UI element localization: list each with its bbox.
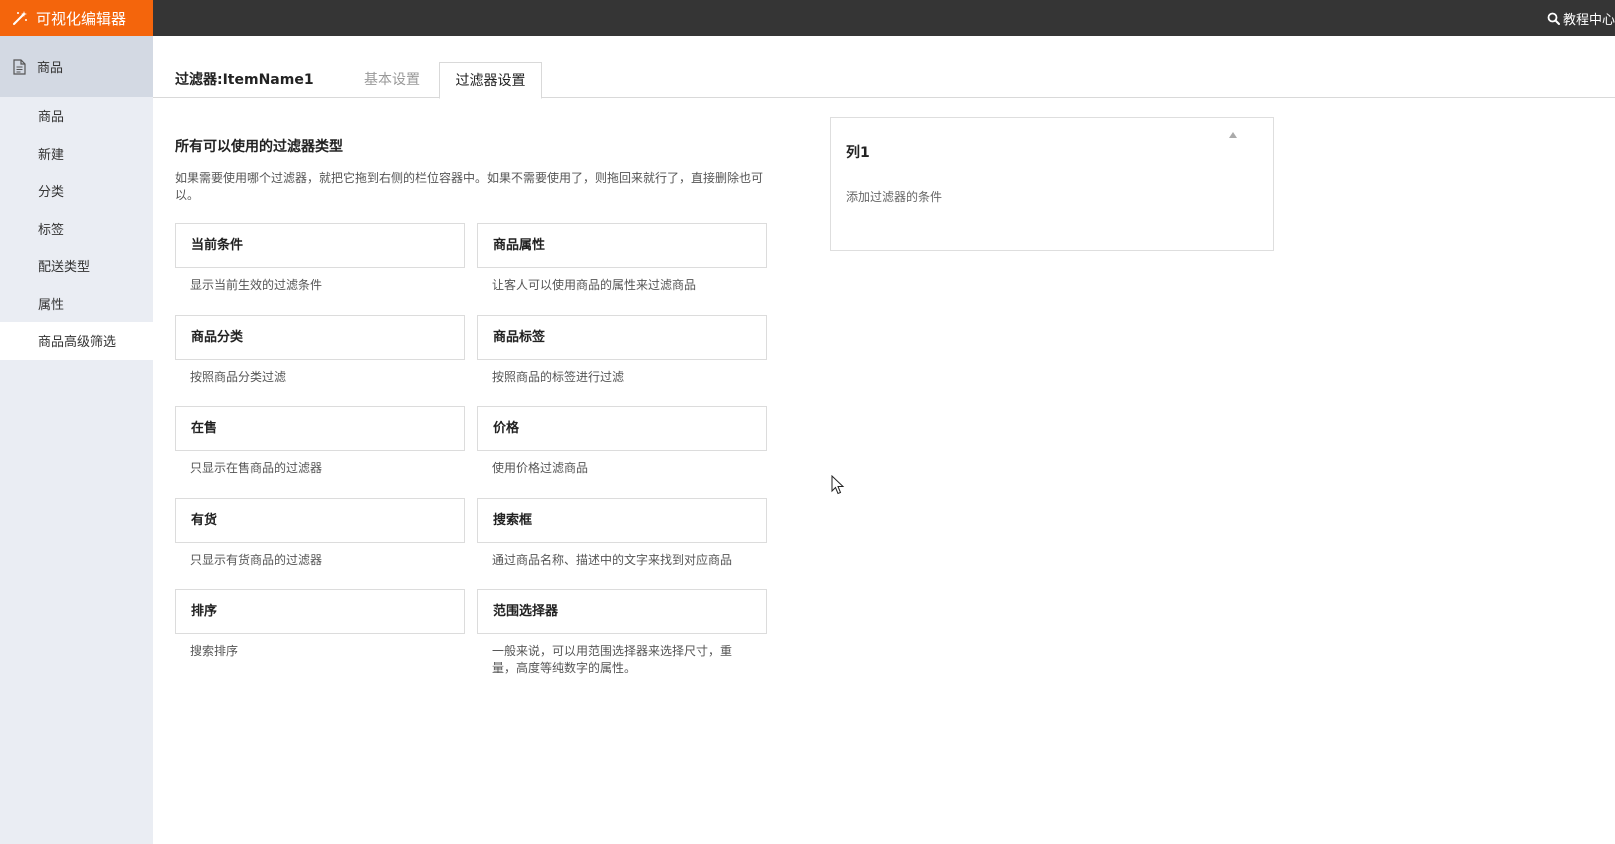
main-content: 过滤器:ItemName1 基本设置 过滤器设置 所有可以使用的过滤器类型 如果… xyxy=(153,36,1615,844)
help-center-label: 教程中心 xyxy=(1562,12,1615,28)
sidebar-item-new[interactable]: 新建 xyxy=(0,135,153,173)
sidebar-item-label: 属性 xyxy=(38,297,65,313)
sidebar-item-attributes[interactable]: 属性 xyxy=(0,285,153,323)
sidebar-item-label: 标签 xyxy=(38,222,65,238)
collapse-triangle-icon[interactable] xyxy=(1229,132,1237,138)
filter-card-range-selector[interactable]: 范围选择器 xyxy=(477,589,767,634)
filter-card-label: 有货 xyxy=(191,513,218,528)
sidebar-section-products[interactable]: 商品 xyxy=(0,36,153,97)
tab-bar: 过滤器:ItemName1 基本设置 过滤器设置 xyxy=(153,62,1615,99)
filter-card-desc: 显示当前生效的过滤条件 xyxy=(190,278,323,292)
filter-card-label: 商品属性 xyxy=(493,238,546,253)
column-title: 列1 xyxy=(846,145,870,161)
filter-card-price[interactable]: 价格 xyxy=(477,406,767,451)
filter-card-desc: 一般来说，可以用范围选择器来选择尺寸，重量，高度等纯数字的属性。 xyxy=(492,644,733,675)
tab-filter-settings[interactable]: 过滤器设置 xyxy=(439,62,542,99)
top-bar: 可视化编辑器 教程中心 xyxy=(0,0,1615,36)
sidebar-item-products[interactable]: 商品 xyxy=(0,97,153,135)
help-center-link[interactable]: 教程中心 xyxy=(1547,0,1615,36)
sidebar-item-label: 新建 xyxy=(38,147,65,163)
filter-card-desc: 只显示有货商品的过滤器 xyxy=(190,553,323,567)
sidebar: 商品 商品 新建 分类 标签 配送类型 属性 商品高级筛选 xyxy=(0,36,153,844)
available-filters-description: 如果需要使用哪个过滤器，就把它拖到右侧的栏位容器中。如果不需要使用了，则拖回来就… xyxy=(175,171,764,202)
sidebar-item-label: 商品高级筛选 xyxy=(38,335,117,351)
sidebar-item-advanced-filter[interactable]: 商品高级筛选 xyxy=(0,322,153,360)
column-container[interactable]: 列1 添加过滤器的条件 xyxy=(830,117,1274,251)
filter-card-desc: 使用价格过滤商品 xyxy=(492,461,589,475)
filter-card-product-category[interactable]: 商品分类 xyxy=(175,315,465,360)
filter-card-label: 排序 xyxy=(191,604,218,619)
tab-basic-settings[interactable]: 基本设置 xyxy=(351,62,433,98)
sidebar-item-label: 配送类型 xyxy=(38,260,91,276)
filter-card-label: 当前条件 xyxy=(191,238,244,253)
filter-card-desc: 按照商品的标签进行过滤 xyxy=(492,370,625,384)
filter-card-in-stock[interactable]: 有货 xyxy=(175,498,465,543)
sidebar-item-categories[interactable]: 分类 xyxy=(0,172,153,210)
column-drop-hint: 添加过滤器的条件 xyxy=(846,190,943,204)
sidebar-section-label: 商品 xyxy=(37,61,64,76)
filter-card-label: 商品分类 xyxy=(191,330,244,345)
brand-logo[interactable]: 可视化编辑器 xyxy=(0,0,153,36)
filter-card-desc: 搜索排序 xyxy=(190,644,239,658)
filter-card-label: 范围选择器 xyxy=(493,604,559,619)
sidebar-item-shipping-types[interactable]: 配送类型 xyxy=(0,247,153,285)
filter-card-desc: 只显示在售商品的过滤器 xyxy=(190,461,323,475)
filter-card-search-box[interactable]: 搜索框 xyxy=(477,498,767,543)
available-filters-title: 所有可以使用的过滤器类型 xyxy=(175,139,343,155)
search-icon xyxy=(1547,12,1560,25)
filter-name-title: 过滤器:ItemName1 xyxy=(175,72,314,88)
sidebar-item-label: 商品 xyxy=(38,110,65,126)
filter-card-label: 在售 xyxy=(191,421,218,436)
filter-card-sort[interactable]: 排序 xyxy=(175,589,465,634)
filter-card-desc: 让客人可以使用商品的属性来过滤商品 xyxy=(492,278,697,292)
filter-card-current-conditions[interactable]: 当前条件 xyxy=(175,223,465,268)
filter-card-desc: 按照商品分类过滤 xyxy=(190,370,287,384)
filter-card-label: 商品标签 xyxy=(493,330,546,345)
filter-card-label: 搜索框 xyxy=(493,513,533,528)
filter-card-label: 价格 xyxy=(493,421,520,436)
magic-wand-icon xyxy=(13,11,27,25)
filter-card-on-sale[interactable]: 在售 xyxy=(175,406,465,451)
filter-card-product-attributes[interactable]: 商品属性 xyxy=(477,223,767,268)
document-icon xyxy=(13,58,26,75)
brand-title: 可视化编辑器 xyxy=(36,9,127,28)
filter-card-desc: 通过商品名称、描述中的文字来找到对应商品 xyxy=(492,553,733,567)
mouse-cursor-icon xyxy=(831,475,845,495)
filter-card-product-tags[interactable]: 商品标签 xyxy=(477,315,767,360)
sidebar-item-label: 分类 xyxy=(38,185,65,201)
sidebar-item-tags[interactable]: 标签 xyxy=(0,210,153,248)
